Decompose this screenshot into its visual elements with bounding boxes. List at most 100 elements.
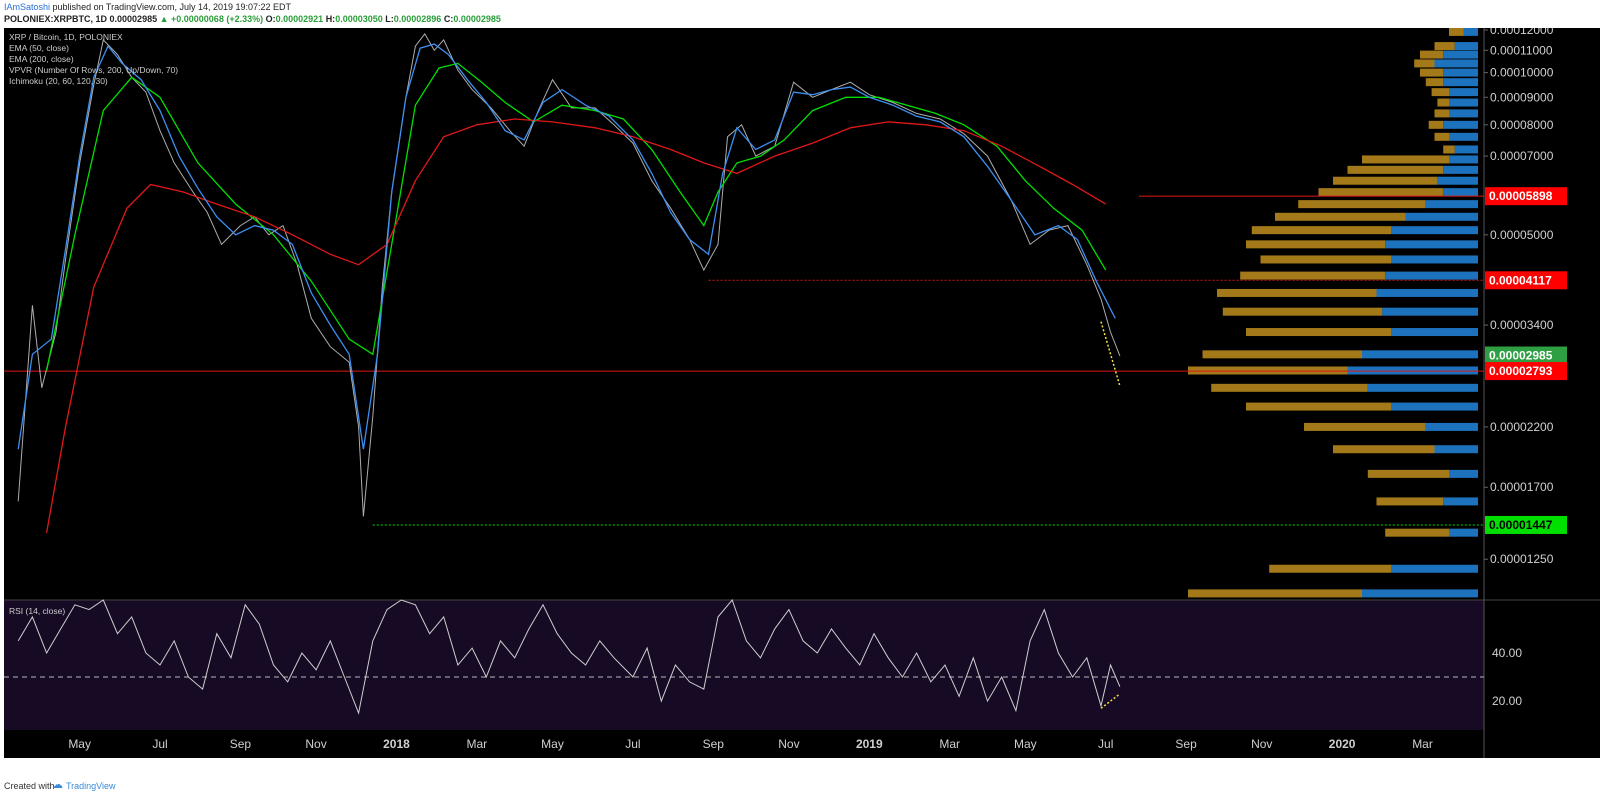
vpvr-up-bar [1376, 288, 1478, 297]
price-change: ▲ +0.00000068 (+2.33%) [159, 14, 264, 24]
time-tick-label: Jul [625, 737, 640, 751]
vpvr-up-bar [1443, 78, 1478, 87]
time-tick-label: 2018 [383, 737, 410, 751]
vpvr-up-bar [1443, 120, 1478, 129]
vpvr-up-bar [1454, 42, 1478, 51]
vpvr-down-bar [1449, 28, 1464, 36]
vpvr-down-bar [1431, 88, 1449, 97]
vpvr-up-bar [1449, 88, 1478, 97]
last-price: 0.00002985 [109, 14, 158, 24]
time-tick-label: May [1014, 737, 1037, 751]
vpvr-down-bar [1347, 165, 1444, 174]
vpvr-up-bar [1443, 68, 1478, 77]
time-tick-label: May [68, 737, 91, 751]
vpvr-down-bar [1376, 497, 1444, 506]
vpvr-down-bar [1443, 145, 1455, 154]
vpvr-down-bar [1202, 350, 1362, 359]
publish-info: IAmSatoshi published on TradingView.com,… [4, 2, 291, 13]
time-tick-label: 2020 [1329, 737, 1356, 751]
time-tick-label: Nov [778, 737, 799, 751]
axis-corner [1484, 730, 1600, 758]
vpvr-down-bar [1269, 564, 1391, 573]
time-tick-label: Jul [152, 737, 167, 751]
footer-brand[interactable]: TradingView [66, 781, 116, 791]
vpvr-down-bar [1217, 288, 1377, 297]
vpvr-down-bar [1437, 98, 1449, 107]
price-tick-label: 0.00010000 [1490, 66, 1554, 80]
vpvr-up-bar [1449, 469, 1478, 478]
time-tick-label: Jul [1098, 737, 1113, 751]
vpvr-up-bar [1443, 165, 1478, 174]
vpvr-down-bar [1367, 469, 1449, 478]
vpvr-up-bar [1391, 402, 1478, 411]
author-link[interactable]: IAmSatoshi [4, 2, 50, 12]
vpvr-down-bar [1414, 59, 1435, 68]
vpvr-up-bar [1391, 564, 1478, 573]
vpvr-down-bar [1333, 445, 1435, 454]
rsi-legend: RSI (14, close) [9, 606, 65, 616]
vpvr-up-bar [1391, 226, 1478, 235]
tradingview-logo-icon[interactable]: ☁ [52, 778, 63, 791]
vpvr-up-bar [1434, 59, 1478, 68]
time-tick-label: 2019 [856, 737, 883, 751]
price-label-text: 0.00002793 [1489, 364, 1553, 378]
vpvr-down-bar [1333, 176, 1438, 185]
time-tick-label: Mar [939, 737, 960, 751]
vpvr-down-bar [1362, 155, 1449, 164]
vpvr-up-bar [1454, 145, 1478, 154]
rsi-tick-label: 20.00 [1492, 694, 1522, 708]
price-label-text: 0.00001447 [1489, 518, 1553, 532]
legend-ichimoku: Ichimoku (20, 60, 120, 30) [9, 76, 108, 86]
vpvr-down-bar [1318, 188, 1444, 197]
vpvr-up-bar [1425, 200, 1478, 209]
vpvr-down-bar [1188, 589, 1362, 598]
open-value: 0.00002921 [275, 14, 324, 24]
vpvr-down-bar [1420, 68, 1444, 77]
vpvr-down-bar [1240, 271, 1386, 280]
vpvr-down-bar [1246, 328, 1391, 337]
price-label-text: 0.00004117 [1489, 273, 1552, 287]
footer-created: Created with [4, 781, 55, 791]
price-tick-label: 0.00001700 [1490, 480, 1554, 494]
high-value: 0.00003050 [335, 14, 383, 24]
vpvr-down-bar [1385, 528, 1449, 537]
price-tick-label: 0.00001250 [1490, 552, 1554, 566]
vpvr-up-bar [1362, 350, 1478, 359]
close-label: C: [443, 14, 454, 24]
vpvr-down-bar [1246, 402, 1391, 411]
time-tick-label: Mar [1412, 737, 1433, 751]
publish-text: published on TradingView.com, July 14, 2… [52, 2, 292, 12]
time-tick-label: Sep [230, 737, 252, 751]
low-value: 0.00002896 [393, 14, 442, 24]
vpvr-up-bar [1405, 212, 1478, 221]
price-tick-label: 0.00009000 [1490, 90, 1554, 104]
rsi-pane[interactable] [4, 600, 1484, 730]
vpvr-down-bar [1188, 366, 1348, 375]
vpvr-down-bar [1425, 78, 1444, 87]
legend-symbol: XRP / Bitcoin, 1D, POLONIEX [9, 32, 123, 42]
vpvr-up-bar [1382, 307, 1478, 316]
legend-ema200: EMA (200, close) [9, 54, 74, 64]
vpvr-down-bar [1428, 120, 1444, 129]
vpvr-up-bar [1449, 98, 1478, 107]
vpvr-up-bar [1463, 28, 1478, 36]
vpvr-up-bar [1434, 445, 1478, 454]
vpvr-down-bar [1434, 109, 1449, 118]
vpvr-down-bar [1304, 422, 1426, 431]
price-tick-label: 0.00003400 [1490, 318, 1554, 332]
vpvr-up-bar [1443, 497, 1478, 506]
price-label-text: 0.00002985 [1489, 349, 1553, 363]
vpvr-up-bar [1391, 328, 1478, 337]
vpvr-up-bar [1425, 422, 1478, 431]
vpvr-up-bar [1449, 155, 1478, 164]
price-tick-label: 0.00008000 [1490, 118, 1554, 132]
vpvr-up-bar [1443, 188, 1478, 197]
vpvr-up-bar [1449, 528, 1478, 537]
open-label: O: [265, 14, 276, 24]
vpvr-down-bar [1420, 50, 1444, 59]
price-tick-label: 0.00011000 [1490, 43, 1553, 57]
vpvr-up-bar [1443, 50, 1478, 59]
vpvr-down-bar [1298, 200, 1426, 209]
vpvr-up-bar [1437, 176, 1478, 185]
chart-canvas[interactable]: 0.00012000 0.00011000 0.00010000 0.00009000… [0, 28, 1600, 776]
